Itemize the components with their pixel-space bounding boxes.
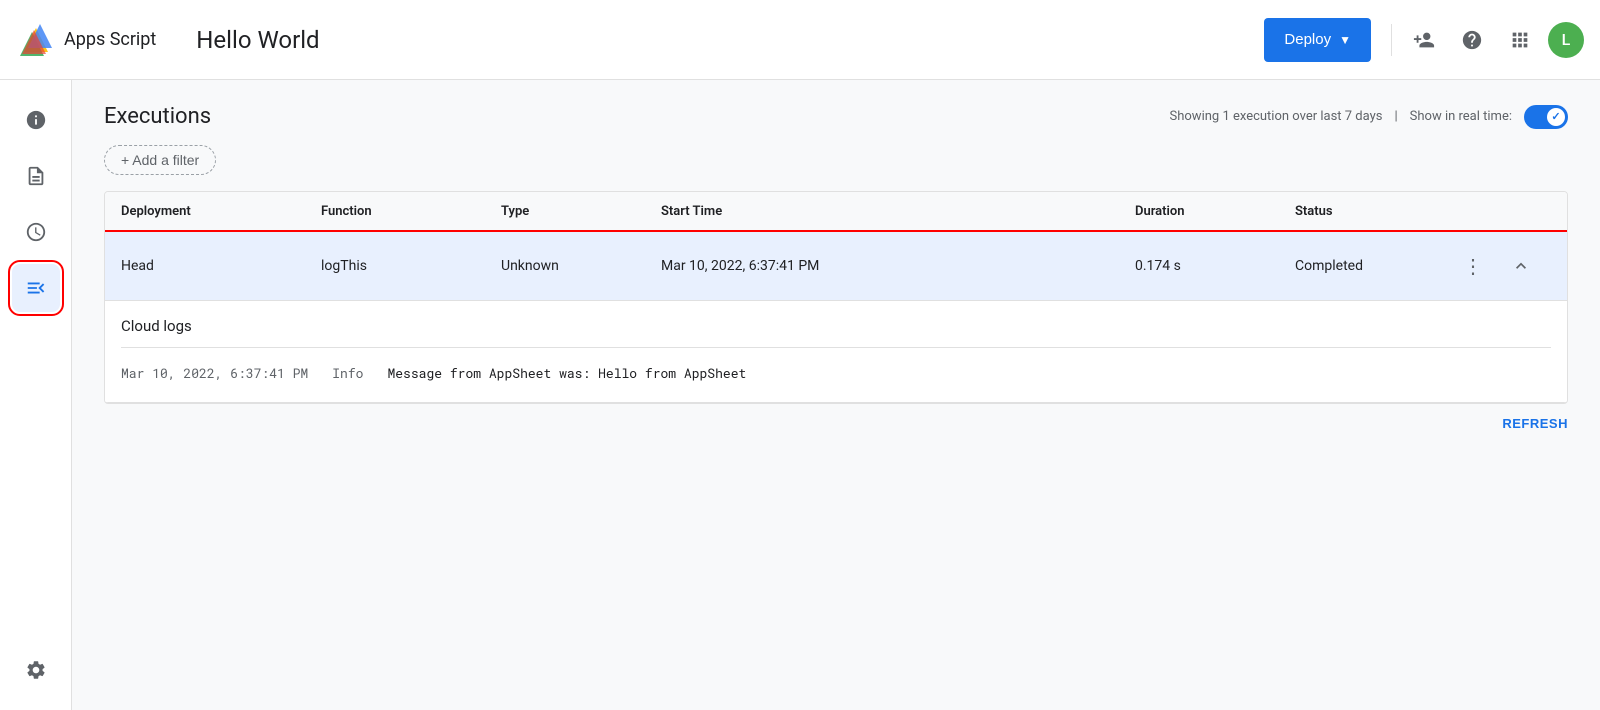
- cloud-logs-title: Cloud logs: [121, 317, 1551, 335]
- chevron-up-icon: [1511, 256, 1531, 276]
- executions-table: Deployment Function Type Start Time Dura…: [104, 191, 1568, 404]
- add-person-button[interactable]: [1404, 20, 1444, 60]
- log-message: Message from AppSheet was: Hello from Ap…: [387, 364, 746, 382]
- content-footer: REFRESH: [104, 404, 1568, 435]
- filter-row: + Add a filter: [104, 145, 1568, 175]
- cell-deployment: Head: [121, 258, 321, 274]
- cell-status: Completed: [1295, 258, 1455, 274]
- toggle-thumb: ✓: [1547, 108, 1565, 126]
- log-entry: Mar 10, 2022, 6:37:41 PM Info Message fr…: [121, 360, 1551, 386]
- header: Apps Script Hello World Deploy ▼ L: [0, 0, 1600, 80]
- apps-script-logo-icon: [16, 20, 56, 60]
- sidebar-item-settings[interactable]: [12, 646, 60, 694]
- header-actions: L: [1387, 20, 1584, 60]
- col-header-duration: Duration: [1135, 204, 1295, 219]
- add-filter-button[interactable]: + Add a filter: [104, 145, 216, 175]
- toggle-check-icon: ✓: [1551, 110, 1560, 123]
- col-header-function: Function: [321, 204, 501, 219]
- add-filter-label: + Add a filter: [121, 152, 199, 168]
- info-icon: [25, 109, 47, 131]
- sidebar-item-triggers[interactable]: [12, 208, 60, 256]
- header-vertical-divider: [1391, 24, 1392, 56]
- realtime-toggle[interactable]: ✓: [1524, 105, 1568, 129]
- col-header-actions-2: [1503, 204, 1551, 219]
- toggle-track: ✓: [1524, 105, 1568, 129]
- executions-icon: [25, 277, 47, 299]
- add-person-icon: [1413, 29, 1435, 51]
- help-icon: [1461, 29, 1483, 51]
- log-timestamp: Mar 10, 2022, 6:37:41 PM: [121, 364, 308, 382]
- executions-title: Executions: [104, 104, 211, 129]
- main-layout: Executions Showing 1 execution over last…: [0, 80, 1600, 710]
- sidebar-item-executions[interactable]: [12, 264, 60, 312]
- meta-divider: |: [1394, 109, 1397, 124]
- table-body: Head logThis Unknown Mar 10, 2022, 6:37:…: [105, 232, 1567, 403]
- logo-text: Apps Script: [64, 29, 156, 50]
- sidebar-item-editor[interactable]: [12, 152, 60, 200]
- cell-function: logThis: [321, 258, 501, 274]
- cell-start-time: Mar 10, 2022, 6:37:41 PM: [661, 258, 1135, 274]
- avatar[interactable]: L: [1548, 22, 1584, 58]
- sidebar: [0, 80, 72, 710]
- row-more-button[interactable]: ⋮: [1455, 248, 1491, 284]
- deploy-chevron-icon: ▼: [1339, 33, 1351, 47]
- content-area: Executions Showing 1 execution over last…: [72, 80, 1600, 710]
- refresh-button[interactable]: REFRESH: [1502, 416, 1568, 431]
- deploy-button[interactable]: Deploy ▼: [1264, 18, 1371, 62]
- col-header-actions-1: [1455, 204, 1503, 219]
- col-header-start-time: Start Time: [661, 204, 1135, 219]
- clock-icon: [25, 221, 47, 243]
- executions-header-row: Executions Showing 1 execution over last…: [104, 104, 1568, 129]
- row-collapse-button[interactable]: [1503, 248, 1539, 284]
- table-header-row: Deployment Function Type Start Time Dura…: [105, 192, 1567, 232]
- realtime-label: Show in real time:: [1410, 109, 1512, 124]
- logo: Apps Script: [16, 20, 156, 60]
- executions-meta: Showing 1 execution over last 7 days | S…: [1170, 105, 1568, 129]
- log-level: Info: [332, 364, 363, 382]
- executions-count-text: Showing 1 execution over last 7 days: [1170, 109, 1383, 124]
- help-button[interactable]: [1452, 20, 1492, 60]
- col-header-status: Status: [1295, 204, 1455, 219]
- cloud-logs-divider: [121, 347, 1551, 348]
- table-row: Head logThis Unknown Mar 10, 2022, 6:37:…: [105, 232, 1567, 301]
- apps-grid-icon: [1509, 29, 1531, 51]
- cloud-logs-section: Cloud logs Mar 10, 2022, 6:37:41 PM Info…: [105, 301, 1567, 403]
- editor-icon: [25, 165, 47, 187]
- cell-duration: 0.174 s: [1135, 258, 1295, 274]
- sidebar-item-overview[interactable]: [12, 96, 60, 144]
- deploy-label: Deploy: [1284, 31, 1331, 48]
- col-header-type: Type: [501, 204, 661, 219]
- settings-icon: [25, 659, 47, 681]
- col-header-deployment: Deployment: [121, 204, 321, 219]
- cell-type: Unknown: [501, 258, 661, 274]
- apps-grid-button[interactable]: [1500, 20, 1540, 60]
- project-name: Hello World: [196, 26, 319, 54]
